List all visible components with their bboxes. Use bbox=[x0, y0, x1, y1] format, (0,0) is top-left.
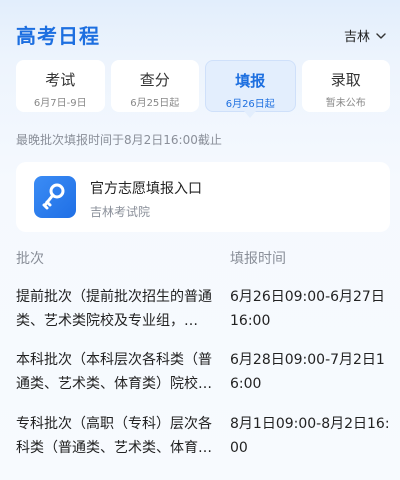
column-header-batch: 批次 bbox=[16, 251, 44, 267]
table-row: 本科批次（本科层次各科类（普通类、艺术类、体育类）院校… 6月28日09:00-… bbox=[16, 348, 390, 404]
batch-cell: 本科批次（本科层次各科类（普通类、艺术类、体育类）院校… bbox=[16, 348, 220, 396]
time-cell: 8月1日09:00-8月2日16:00 bbox=[230, 416, 390, 456]
tab-application[interactable]: 填报 6月26日起 bbox=[205, 60, 296, 118]
key-icon bbox=[34, 176, 76, 218]
tab-score[interactable]: 查分 6月25日起 bbox=[110, 60, 199, 112]
official-portal-card[interactable]: 官方志愿填报入口 吉林考试院 bbox=[16, 162, 390, 232]
time-cell: 6月28日09:00-7月2日16:00 bbox=[230, 352, 385, 392]
tab-date: 6月25日起 bbox=[130, 98, 180, 109]
chevron-down-icon bbox=[376, 32, 386, 39]
batch-cell: 专科批次（高职（专科）层次各科类（普通类、艺术类、体育… bbox=[16, 412, 220, 460]
column-header-time: 填报时间 bbox=[230, 251, 286, 267]
region-label: 吉林 bbox=[343, 30, 370, 45]
schedule-tabs: 考试 6月7日-9日 查分 6月25日起 填报 6月26日起 录取 暂未公布 bbox=[16, 60, 390, 120]
batch-text: 提前批次（提前批次招生的普通类、艺术类院校及专业组，… bbox=[16, 289, 212, 329]
batch-text: 本科批次（本科层次各科类（普通类、艺术类、体育类）院校… bbox=[16, 352, 212, 392]
tab-admission[interactable]: 录取 暂未公布 bbox=[301, 60, 390, 112]
batch-text: 专科批次（高职（专科）层次各科类（普通类、艺术类、体育… bbox=[16, 416, 212, 456]
tab-exam[interactable]: 考试 6月7日-9日 bbox=[16, 60, 105, 112]
tab-label: 查分 bbox=[139, 71, 170, 89]
portal-title: 官方志愿填报入口 bbox=[90, 181, 202, 197]
header: 高考日程 吉林 bbox=[0, 0, 400, 60]
batch-cell: 提前批次（提前批次招生的普通类、艺术类院校及专业组，… bbox=[16, 285, 220, 333]
tab-date: 6月7日-9日 bbox=[33, 98, 87, 109]
tab-date: 6月26日起 bbox=[225, 99, 275, 110]
tab-date: 暂未公布 bbox=[325, 98, 366, 109]
deadline-note: 最晚批次填报时间于8月2日16:00截止 bbox=[16, 133, 222, 147]
tab-label: 考试 bbox=[45, 71, 76, 89]
page-title: 高考日程 bbox=[16, 24, 100, 48]
portal-subtitle: 吉林考试院 bbox=[90, 205, 151, 219]
region-selector[interactable]: 吉林 bbox=[344, 26, 388, 45]
tab-label: 填报 bbox=[235, 72, 266, 90]
time-cell: 6月26日09:00-6月27日16:00 bbox=[230, 289, 385, 329]
table-row: 专科批次（高职（专科）层次各科类（普通类、艺术类、体育… 8月1日09:00-8… bbox=[16, 412, 390, 468]
table-row: 提前批次（提前批次招生的普通类、艺术类院校及专业组，… 6月26日09:00-6… bbox=[16, 285, 390, 341]
tab-label: 录取 bbox=[330, 71, 361, 89]
